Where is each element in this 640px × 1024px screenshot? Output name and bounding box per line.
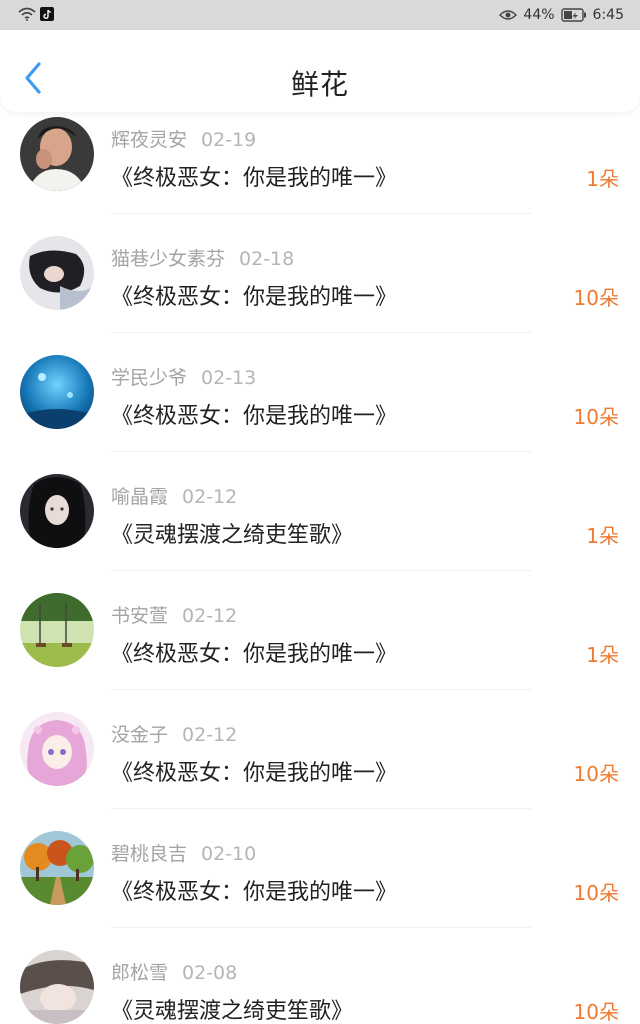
status-bar: 44% 6:45 xyxy=(0,0,640,30)
meta-line: 没金子 02-12 xyxy=(111,720,237,747)
user-name[interactable]: 书安萱 xyxy=(111,605,168,627)
page-title: 鲜花 xyxy=(290,68,349,101)
flower-count: 10朵 xyxy=(573,881,619,905)
tiktok-icon xyxy=(40,7,54,21)
battery-percent: 44% xyxy=(523,7,555,23)
clock: 6:45 xyxy=(592,7,624,23)
avatar[interactable] xyxy=(20,831,94,905)
avatar[interactable] xyxy=(20,474,94,548)
list-item[interactable]: 学民少爷 02-13 《终极恶女：你是我的唯一》 10朵 xyxy=(0,350,640,469)
book-title[interactable]: 《终极恶女：你是我的唯一》 xyxy=(111,874,397,906)
divider xyxy=(111,332,531,333)
header-bar: 鲜花 xyxy=(0,30,640,112)
flower-count: 1朵 xyxy=(586,643,619,667)
gift-date: 02-12 xyxy=(182,724,238,746)
flower-count: 1朵 xyxy=(586,524,619,548)
divider xyxy=(111,451,531,452)
divider xyxy=(111,689,531,690)
avatar[interactable] xyxy=(20,355,94,429)
avatar[interactable] xyxy=(20,712,94,786)
flower-count: 10朵 xyxy=(573,286,619,310)
flower-count: 10朵 xyxy=(573,405,619,429)
list-item[interactable]: 喻晶霞 02-12 《灵魂摆渡之绮吏笙歌》 1朵 xyxy=(0,469,640,588)
wifi-icon xyxy=(18,7,36,21)
user-name[interactable]: 郎松雪 xyxy=(111,962,168,984)
book-title[interactable]: 《终极恶女：你是我的唯一》 xyxy=(111,755,397,787)
flower-gift-list: 辉夜灵安 02-19 《终极恶女：你是我的唯一》 1朵 猫巷少女素芬 02-18 《… xyxy=(0,112,640,1024)
book-title[interactable]: 《终极恶女：你是我的唯一》 xyxy=(111,398,397,430)
status-left-icons xyxy=(18,7,54,21)
gift-date: 02-18 xyxy=(239,248,295,270)
meta-line: 猫巷少女素芬 02-18 xyxy=(111,244,294,271)
battery-icon xyxy=(560,8,586,22)
user-name[interactable]: 没金子 xyxy=(111,724,168,746)
divider xyxy=(111,570,531,571)
list-item[interactable]: 郎松雪 02-08 《灵魂摆渡之绮吏笙歌》 10朵 xyxy=(0,945,640,1024)
book-title[interactable]: 《灵魂摆渡之绮吏笙歌》 xyxy=(111,993,353,1024)
avatar[interactable] xyxy=(20,593,94,667)
flower-count: 10朵 xyxy=(573,1000,619,1024)
book-title[interactable]: 《终极恶女：你是我的唯一》 xyxy=(111,279,397,311)
list-item[interactable]: 猫巷少女素芬 02-18 《终极恶女：你是我的唯一》 10朵 xyxy=(0,231,640,350)
meta-line: 书安萱 02-12 xyxy=(111,601,237,628)
divider xyxy=(111,213,531,214)
list-item[interactable]: 书安萱 02-12 《终极恶女：你是我的唯一》 1朵 xyxy=(0,588,640,707)
gift-date: 02-10 xyxy=(201,843,257,865)
book-title[interactable]: 《终极恶女：你是我的唯一》 xyxy=(111,636,397,668)
divider xyxy=(111,927,531,928)
user-name[interactable]: 碧桃良吉 xyxy=(111,843,187,865)
avatar[interactable] xyxy=(20,236,94,310)
gift-date: 02-12 xyxy=(182,486,238,508)
gift-date: 02-13 xyxy=(201,367,257,389)
user-name[interactable]: 猫巷少女素芬 xyxy=(111,248,225,270)
book-title[interactable]: 《终极恶女：你是我的唯一》 xyxy=(111,160,397,192)
list-item[interactable]: 碧桃良吉 02-10 《终极恶女：你是我的唯一》 10朵 xyxy=(0,826,640,945)
user-name[interactable]: 喻晶霞 xyxy=(111,486,168,508)
flower-count: 1朵 xyxy=(586,167,619,191)
list-item[interactable]: 辉夜灵安 02-19 《终极恶女：你是我的唯一》 1朵 xyxy=(0,112,640,231)
avatar[interactable] xyxy=(20,117,94,191)
gift-date: 02-08 xyxy=(182,962,238,984)
user-name[interactable]: 学民少爷 xyxy=(111,367,187,389)
gift-date: 02-12 xyxy=(182,605,238,627)
eye-icon xyxy=(499,10,518,20)
meta-line: 辉夜灵安 02-19 xyxy=(111,125,256,152)
status-right: 44% 6:45 xyxy=(499,6,624,24)
divider xyxy=(111,808,531,809)
meta-line: 碧桃良吉 02-10 xyxy=(111,839,256,866)
avatar[interactable] xyxy=(20,950,94,1024)
meta-line: 学民少爷 02-13 xyxy=(111,363,256,390)
meta-line: 喻晶霞 02-12 xyxy=(111,482,237,509)
book-title[interactable]: 《灵魂摆渡之绮吏笙歌》 xyxy=(111,517,353,549)
gift-date: 02-19 xyxy=(201,129,257,151)
user-name[interactable]: 辉夜灵安 xyxy=(111,129,187,151)
list-item[interactable]: 没金子 02-12 《终极恶女：你是我的唯一》 10朵 xyxy=(0,707,640,826)
meta-line: 郎松雪 02-08 xyxy=(111,958,237,985)
flower-count: 10朵 xyxy=(573,762,619,786)
